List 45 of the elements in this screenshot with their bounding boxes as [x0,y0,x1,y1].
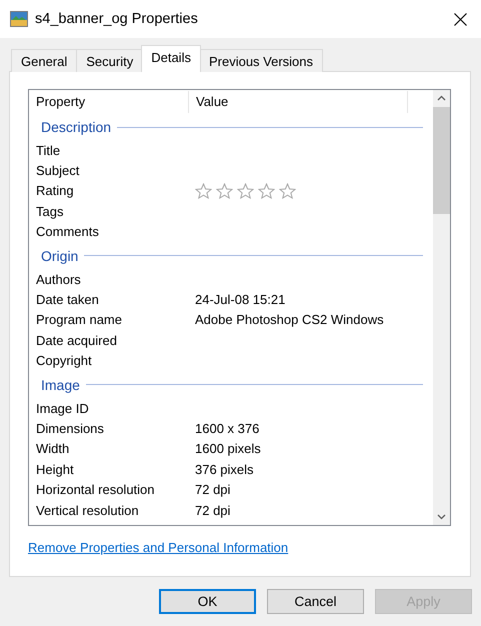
property-name: Horizontal resolution [35,482,156,498]
property-value: 72 dpi [195,482,230,498]
group-heading: Description [41,119,112,135]
property-value: 376 pixels [195,462,254,477]
property-name: Width [35,441,70,456]
property-name: Date taken [35,292,100,308]
group-heading: Origin [41,248,78,264]
tab[interactable]: Security [76,49,144,72]
property-name: Dimensions [35,420,105,436]
property-name: Tags [35,204,64,219]
dialog-button[interactable]: Cancel [267,589,364,614]
remove-properties-link[interactable]: Remove Properties and Personal Information [28,540,288,555]
property-name: Date acquired [35,332,118,348]
column-header[interactable]: Value [189,91,408,113]
property-name: Rating [35,183,75,198]
tab[interactable]: General [11,49,78,72]
star-icon[interactable] [237,182,254,199]
star-icon[interactable] [216,182,233,199]
close-icon[interactable] [454,12,467,26]
dialog-button[interactable]: OK [159,589,256,614]
star-icon[interactable] [279,182,296,199]
property-name: Authors [35,272,82,287]
property-name: Image ID [35,400,90,416]
property-name: Height [35,462,75,477]
property-name: Comments [35,224,100,240]
scroll-thumb[interactable] [433,107,450,214]
property-value: 24-Jul-08 15:21 [195,292,286,308]
tab[interactable]: Details [141,45,201,72]
property-name: Subject [35,163,80,178]
property-value: Adobe Photoshop CS2 Windows [195,312,384,328]
star-icon[interactable] [258,182,275,199]
property-name: Title [35,142,62,158]
tab[interactable]: Previous Versions [198,49,324,72]
window-title: s4_banner_og Properties [35,11,199,27]
group-heading: Image [41,376,80,393]
property-value: 1600 pixels [195,441,261,456]
image-icon [10,11,28,27]
property-value: 1600 x 376 [195,420,260,436]
star-icon[interactable] [195,182,212,199]
property-name: Vertical resolution [35,502,140,518]
column-header[interactable]: Property [29,91,189,113]
property-value: 72 dpi [195,502,230,518]
scrollbar[interactable] [433,90,450,525]
property-name: Program name [35,312,123,328]
property-name: Copyright [35,353,93,368]
